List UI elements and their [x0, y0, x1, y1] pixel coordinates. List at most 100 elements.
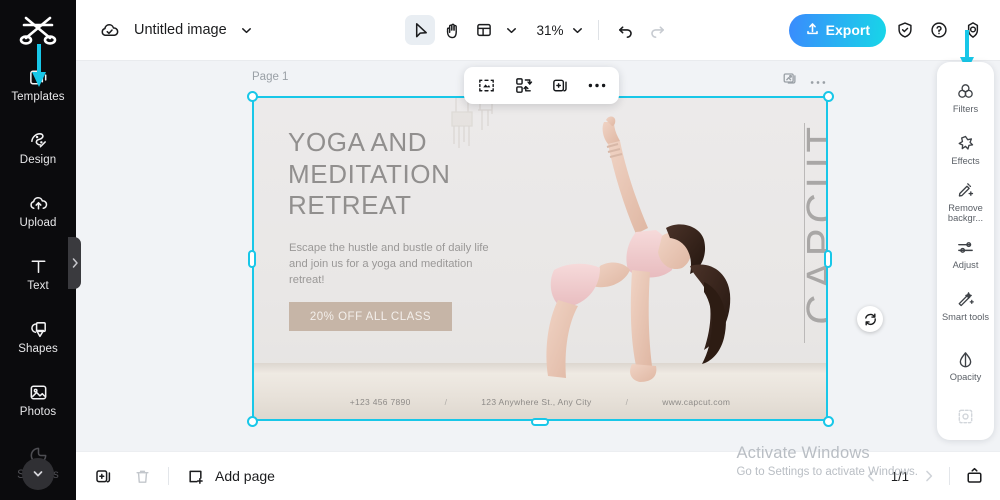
right-label-opacity: Opacity: [949, 372, 982, 383]
right-label-filters: Filters: [952, 104, 979, 115]
handle-right-middle[interactable]: [824, 250, 832, 268]
sidebar-item-photos[interactable]: Photos: [0, 368, 76, 431]
left-sidebar: Templates Design Upload Text Shapes Phot…: [0, 0, 76, 500]
duplicate-page-icon[interactable]: [92, 464, 116, 488]
crop-frame-icon: [956, 407, 976, 427]
select-tool-button[interactable]: [405, 15, 435, 45]
upload-cloud-icon: [27, 192, 49, 214]
right-item-effects[interactable]: Effects: [937, 124, 994, 176]
add-page-label: Add page: [215, 468, 275, 484]
page-label: Page 1: [252, 71, 289, 83]
zoom-level-value[interactable]: 31%: [535, 23, 565, 38]
annotation-arrow-templates: [32, 44, 46, 87]
smart-tools-wand-icon: [956, 289, 976, 309]
sidebar-item-upload[interactable]: Upload: [0, 179, 76, 242]
rotate-handle[interactable]: [857, 306, 883, 332]
sidebar-label-photos: Photos: [19, 406, 57, 418]
right-item-adjust[interactable]: Adjust: [937, 228, 994, 280]
delete-page-icon[interactable]: [130, 464, 154, 488]
handle-bottom-left[interactable]: [247, 416, 258, 427]
right-label-adjust: Adjust: [952, 260, 979, 271]
crop-dashed-icon[interactable]: [476, 76, 496, 96]
handle-bottom-right[interactable]: [823, 416, 834, 427]
sidebar-label-text: Text: [27, 280, 49, 292]
poster-vertical-brand: CAPCUT: [798, 122, 828, 325]
design-icon: [27, 129, 49, 151]
capcut-logo[interactable]: [18, 13, 58, 47]
bottom-toolbar: Add page 1/1: [76, 451, 1000, 500]
layout-chevron-down-icon[interactable]: [501, 17, 521, 43]
right-label-effects: Effects: [951, 156, 980, 167]
sidebar-label-design: Design: [19, 154, 57, 166]
sidebar-item-text[interactable]: Text: [0, 242, 76, 305]
artboard-page-1[interactable]: YOGA AND MEDITATION RETREAT Escape the h…: [252, 96, 828, 421]
toolbar-divider: [598, 20, 599, 40]
zoom-chevron-down-icon[interactable]: [567, 17, 587, 43]
right-item-filters[interactable]: Filters: [937, 72, 994, 124]
poster-phone: +123 456 7890: [349, 397, 411, 407]
capcut-editor-window: Templates Design Upload Text Shapes Phot…: [0, 0, 1000, 500]
page-navigation: 1/1: [863, 464, 986, 488]
upload-share-icon: [805, 21, 820, 39]
image-stack-icon[interactable]: [782, 70, 798, 91]
handle-bottom-middle[interactable]: [531, 418, 549, 426]
right-label-smart-tools: Smart tools: [941, 312, 989, 323]
canvas-area[interactable]: Page 1 YOGA AND MEDITATION RETREAT Escap…: [76, 61, 1000, 451]
sidebar-item-shapes[interactable]: Shapes: [0, 305, 76, 368]
cloud-saved-icon[interactable]: [94, 15, 124, 45]
undo-button[interactable]: [610, 15, 640, 45]
canvas-tools: 31%: [405, 15, 672, 45]
page-tools: [782, 70, 826, 91]
right-label-remove-background: Remove backgr...: [947, 202, 984, 224]
poster-address: 123 Anywhere St., Any City: [481, 397, 592, 407]
chevron-left-icon[interactable]: [863, 468, 879, 484]
remove-background-icon: [956, 180, 976, 200]
more-horizontal-icon[interactable]: [810, 72, 826, 90]
sidebar-item-design[interactable]: Design: [0, 116, 76, 179]
bottom-divider-2: [949, 467, 950, 485]
right-item-crop[interactable]: [937, 392, 994, 444]
right-item-opacity[interactable]: Opacity: [937, 340, 994, 392]
sidebar-label-upload: Upload: [19, 217, 57, 229]
poster-cta-button: 20% OFF ALL CLASS: [289, 302, 452, 331]
adjust-sliders-icon: [956, 237, 976, 257]
sidebar-expand-button[interactable]: [22, 458, 54, 490]
bottom-divider: [168, 467, 169, 485]
sidebar-collapse-tab[interactable]: [68, 237, 81, 289]
right-item-smart-tools[interactable]: Smart tools: [937, 280, 994, 332]
swap-arrows-icon[interactable]: [513, 76, 533, 96]
sidebar-label-templates: Templates: [11, 91, 65, 103]
document-title[interactable]: Untitled image: [134, 22, 227, 38]
add-page-button[interactable]: Add page: [183, 464, 275, 488]
poster-headline: YOGA AND MEDITATION RETREAT: [288, 127, 451, 221]
poster-sep-2: /: [625, 397, 629, 407]
sidebar-nav: Templates Design Upload Text Shapes Phot…: [0, 53, 76, 494]
chevron-down-icon[interactable]: [237, 17, 257, 43]
element-floating-toolbar: [464, 67, 619, 104]
redo-button[interactable]: [642, 15, 672, 45]
chevron-right-icon[interactable]: [921, 468, 937, 484]
opacity-drop-icon: [956, 349, 976, 369]
layout-tool-button[interactable]: [469, 15, 499, 45]
right-tools-panel: Filters Effects Remove backgr... Adjust …: [937, 62, 994, 440]
page-actions: Add page: [76, 464, 275, 488]
handle-left-middle[interactable]: [248, 250, 256, 268]
poster-sep-1: /: [444, 397, 448, 407]
right-item-remove-background[interactable]: Remove backgr...: [937, 176, 994, 228]
shield-check-icon[interactable]: [890, 15, 920, 45]
handle-top-left[interactable]: [247, 91, 258, 102]
poster-cta-label: 20% OFF ALL CLASS: [309, 310, 432, 323]
hand-tool-button[interactable]: [437, 15, 467, 45]
duplicate-plus-icon[interactable]: [550, 76, 570, 96]
add-page-icon: [183, 464, 207, 488]
present-screen-icon[interactable]: [962, 464, 986, 488]
page-counter: 1/1: [890, 468, 909, 484]
more-horizontal-icon[interactable]: [587, 76, 607, 96]
export-label: Export: [825, 22, 870, 38]
question-circle-icon[interactable]: [924, 15, 954, 45]
export-button[interactable]: Export: [788, 13, 886, 47]
document-info: Untitled image: [76, 15, 257, 45]
handle-top-right[interactable]: [823, 91, 834, 102]
poster-body-text: Escape the hustle and bustle of daily li…: [289, 242, 489, 287]
poster-footer: +123 456 7890 / 123 Anywhere St., Any Ci…: [252, 397, 828, 407]
